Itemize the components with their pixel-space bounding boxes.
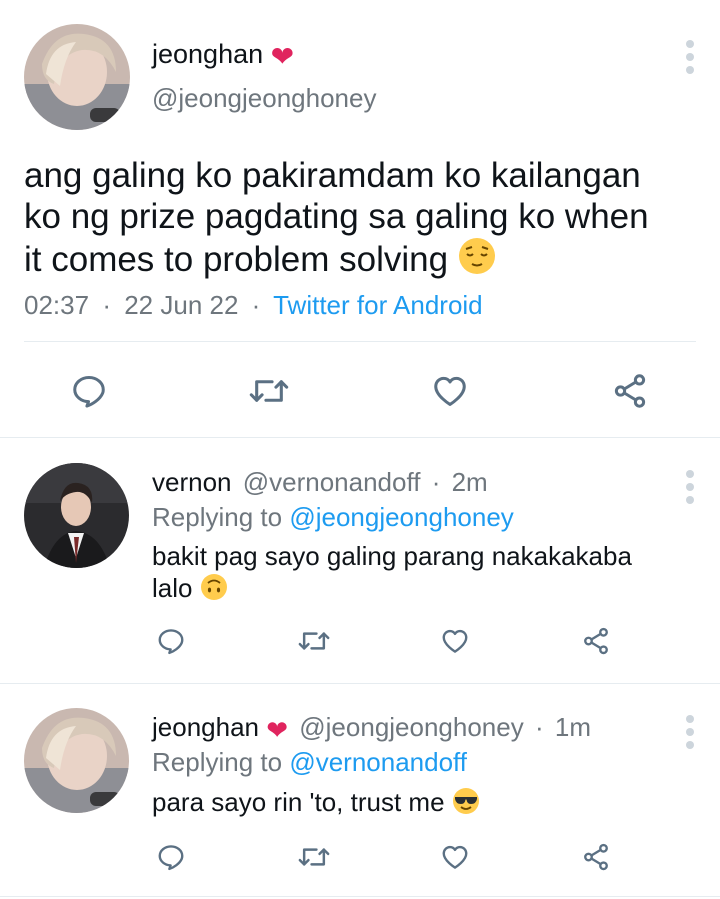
- tweet-time: 02:37: [24, 290, 90, 320]
- handle[interactable]: @jeongjeonghoney: [152, 82, 376, 114]
- handle[interactable]: @jeongjeonghoney: [299, 712, 523, 742]
- tweet-text-line: para sayo rin 'to, trust me: [152, 787, 445, 817]
- retweet-icon[interactable]: [298, 626, 330, 656]
- tweet-age: 1m: [554, 712, 591, 742]
- avatar[interactable]: [24, 463, 129, 568]
- tweet-date: 22 Jun 22: [124, 290, 239, 320]
- more-options-icon[interactable]: [684, 470, 696, 504]
- display-name[interactable]: jeonghan: [152, 39, 263, 69]
- display-name[interactable]: vernon: [152, 467, 232, 497]
- avatar[interactable]: [24, 24, 130, 130]
- relieved-face-emoji: [458, 237, 496, 284]
- separator-dot: ·: [102, 290, 111, 320]
- like-icon[interactable]: [440, 842, 470, 872]
- share-icon[interactable]: [581, 842, 611, 872]
- tweet-text-line: bakit pag sayo galing parang nakakakaba: [152, 541, 632, 571]
- retweet-icon[interactable]: [249, 372, 289, 410]
- tweet-text-line: lalo: [152, 573, 193, 603]
- more-options-icon[interactable]: [684, 715, 696, 749]
- separator-dot: ·: [251, 290, 261, 320]
- heart-emoji: ❤: [266, 715, 289, 745]
- tweet-text-line: it comes to problem solving: [24, 240, 449, 279]
- share-icon[interactable]: [610, 372, 650, 410]
- tweet-source[interactable]: Twitter for Android: [273, 290, 483, 320]
- divider: [0, 683, 720, 684]
- tweet-text: para sayo rin 'to, trust me: [152, 786, 480, 822]
- tweet-text: ang galing ko pakiramdam ko kailangan ko…: [24, 155, 649, 284]
- retweet-icon[interactable]: [298, 842, 330, 872]
- avatar[interactable]: [24, 708, 129, 813]
- replying-to-label: Replying to: [152, 502, 283, 532]
- tweet-age: 2m: [451, 467, 488, 497]
- divider: [24, 341, 696, 342]
- divider: [0, 896, 720, 897]
- handle[interactable]: @vernonandoff: [243, 467, 421, 497]
- reply-icon[interactable]: [156, 842, 186, 872]
- reply-icon[interactable]: [70, 372, 108, 410]
- separator-dot: ·: [534, 712, 544, 742]
- like-icon[interactable]: [440, 626, 470, 656]
- reply-icon[interactable]: [156, 626, 186, 656]
- tweet-text-line: ang galing ko pakiramdam ko kailangan: [24, 156, 641, 195]
- display-name[interactable]: jeonghan: [152, 712, 259, 742]
- tweet-text-line: ko ng prize pagdating sa galing ko when: [24, 197, 649, 236]
- sunglasses-face-emoji: [452, 787, 480, 822]
- divider: [0, 437, 720, 438]
- share-icon[interactable]: [581, 626, 611, 656]
- upside-down-face-emoji: [200, 573, 228, 608]
- more-options-icon[interactable]: [684, 40, 696, 74]
- like-icon[interactable]: [430, 372, 470, 410]
- separator-dot: ·: [431, 467, 441, 497]
- replying-to-label: Replying to: [152, 747, 283, 777]
- heart-emoji: ❤: [270, 41, 295, 72]
- replying-to-handle[interactable]: @jeongjeonghoney: [289, 502, 513, 532]
- tweet-text: bakit pag sayo galing parang nakakakaba …: [152, 540, 632, 608]
- replying-to-handle[interactable]: @vernonandoff: [289, 747, 467, 777]
